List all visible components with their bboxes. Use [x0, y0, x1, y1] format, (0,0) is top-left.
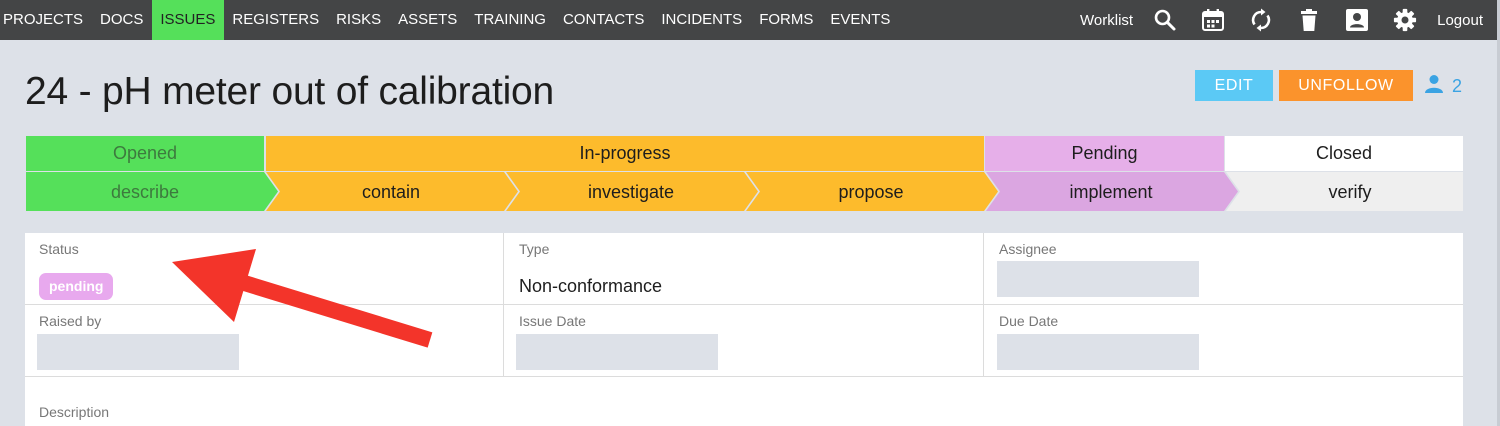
nav-contacts[interactable]: CONTACTS: [554, 0, 652, 40]
step-label-verify: verify: [1328, 182, 1371, 202]
workflow-bar: Opened In-progress Pending Closed descri…: [26, 136, 1463, 211]
nav-events[interactable]: EVENTS: [822, 0, 899, 40]
phase-pending: Pending: [985, 136, 1224, 171]
raised-by-value-redacted: [37, 334, 239, 370]
status-label: Status: [39, 241, 79, 257]
logout-link[interactable]: Logout: [1437, 12, 1483, 29]
issue-date-value-redacted: [516, 334, 718, 370]
phase-in-progress: In-progress: [266, 136, 984, 171]
followers-count: 2: [1452, 75, 1463, 96]
followers[interactable]: 2: [1422, 72, 1462, 100]
phase-closed: Closed: [1225, 136, 1463, 171]
account-icon[interactable]: [1345, 8, 1369, 32]
step-label-contain: contain: [362, 182, 420, 202]
due-date-label: Due Date: [999, 313, 1059, 329]
nav-assets[interactable]: ASSETS: [390, 0, 466, 40]
due-date-value-redacted: [997, 334, 1199, 370]
assignee-label: Assignee: [999, 241, 1057, 257]
step-label-investigate: investigate: [588, 182, 674, 202]
details-card: Status pending Type Non-conformance Assi…: [25, 233, 1463, 426]
unfollow-button[interactable]: UNFOLLOW: [1279, 70, 1413, 101]
step-label-propose: propose: [838, 182, 903, 202]
type-value: Non-conformance: [519, 276, 663, 296]
description-label: Description: [39, 404, 110, 420]
nav-training[interactable]: TRAINING: [466, 0, 555, 40]
nav-registers[interactable]: REGISTERS: [224, 0, 328, 40]
workflow-steps: describe contain investigate propose imp…: [26, 172, 1463, 211]
raised-by-label: Raised by: [39, 313, 102, 329]
edit-button[interactable]: EDIT: [1195, 70, 1273, 101]
step-label-describe: describe: [111, 182, 179, 202]
nav-projects[interactable]: PROJECTS: [0, 0, 92, 40]
calendar-icon[interactable]: [1201, 8, 1225, 32]
divider: [25, 376, 1463, 377]
top-nav: PROJECTS DOCS ISSUES REGISTERS RISKS ASS…: [0, 0, 1497, 40]
type-label: Type: [519, 241, 550, 257]
issue-date-label: Issue Date: [519, 313, 586, 329]
assignee-value-redacted: [997, 261, 1199, 297]
worklist-link[interactable]: Worklist: [1080, 12, 1133, 29]
gear-icon[interactable]: [1393, 8, 1417, 32]
nav-docs[interactable]: DOCS: [92, 0, 152, 40]
divider: [25, 304, 1463, 305]
nav-issues[interactable]: ISSUES: [151, 0, 224, 40]
sync-icon[interactable]: [1249, 8, 1273, 32]
nav-forms[interactable]: FORMS: [751, 0, 822, 40]
phase-opened: Opened: [26, 136, 264, 171]
status-badge: pending: [39, 273, 114, 300]
page-title: 24 - pH meter out of calibration: [25, 70, 555, 113]
search-icon[interactable]: [1153, 8, 1177, 32]
trash-icon[interactable]: [1297, 8, 1321, 32]
person-icon: [1422, 72, 1446, 101]
step-label-implement: implement: [1069, 182, 1152, 202]
nav-risks[interactable]: RISKS: [328, 0, 390, 40]
nav-incidents[interactable]: INCIDENTS: [653, 0, 751, 40]
